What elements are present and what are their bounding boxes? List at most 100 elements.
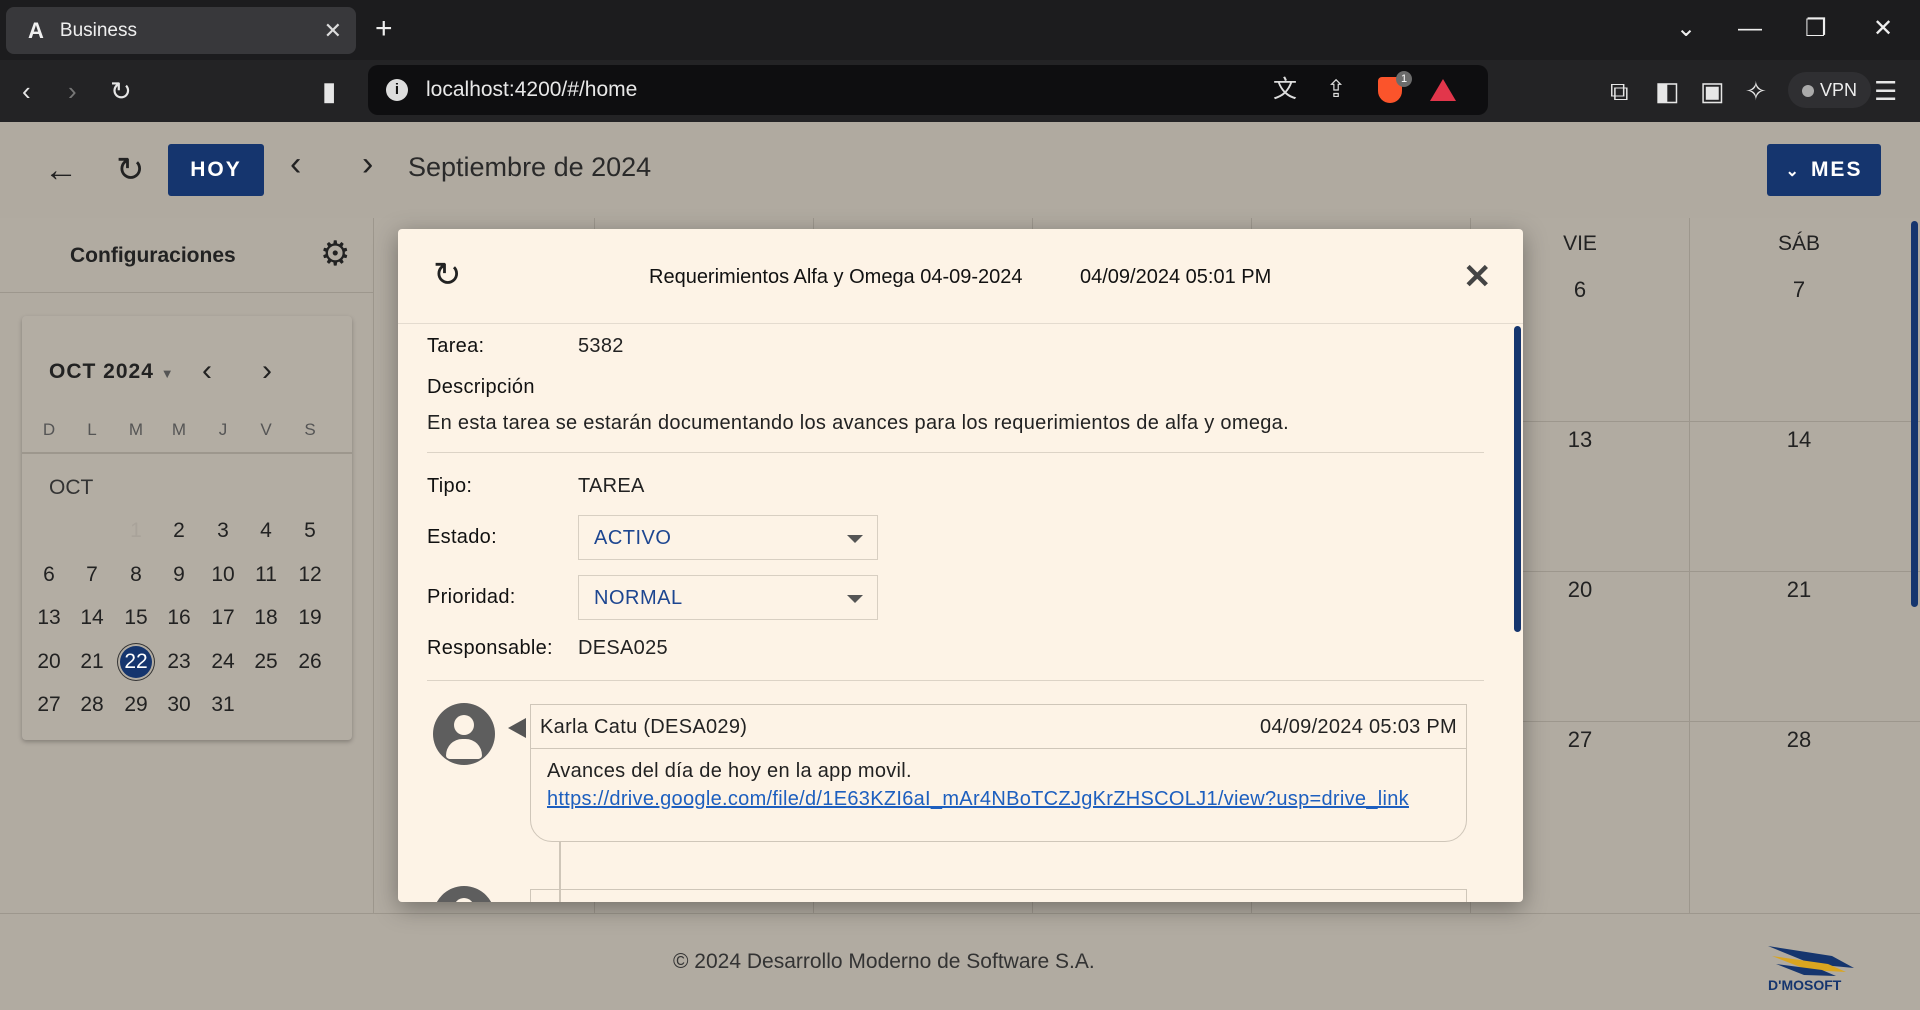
day-cell-number[interactable]: 14 — [1690, 427, 1908, 453]
day-cell[interactable]: 27 — [27, 686, 71, 724]
modal-title: Requerimientos Alfa y Omega 04-09-2024 — [649, 266, 1023, 288]
shields-count-badge: 1 — [1396, 71, 1412, 87]
modal-scrollbar[interactable] — [1514, 326, 1521, 632]
day-cell[interactable]: 28 — [70, 686, 114, 724]
status-label: Estado: — [427, 526, 497, 548]
day-cell[interactable]: 25 — [244, 643, 288, 681]
status-select[interactable]: ACTIVO — [578, 515, 878, 560]
modal-refresh-icon[interactable]: ↻ — [433, 257, 462, 293]
task-modal: ↻ Requerimientos Alfa y Omega 04-09-2024… — [398, 229, 1523, 902]
day-cell[interactable]: 15 — [114, 599, 158, 637]
sidebar-icon[interactable]: ◧ — [1655, 76, 1680, 106]
window-close-icon[interactable]: ✕ — [1873, 14, 1893, 44]
day-cell-number[interactable]: 21 — [1690, 577, 1908, 603]
day-cell[interactable]: 7 — [70, 556, 114, 594]
task-value: 5382 — [578, 335, 624, 357]
day-cell-number[interactable]: 7 — [1690, 277, 1908, 303]
priority-label: Prioridad: — [427, 586, 516, 608]
today-button[interactable]: HOY — [168, 144, 264, 196]
restore-icon[interactable]: ❐ — [1805, 14, 1827, 44]
copyright-text: © 2024 Desarrollo Moderno de Software S.… — [673, 950, 1095, 973]
extensions-icon[interactable]: ⧉ — [1610, 76, 1629, 106]
divider — [427, 680, 1484, 681]
mini-next-month-icon[interactable]: › — [262, 354, 272, 388]
day-cell[interactable]: 8 — [114, 556, 158, 594]
close-icon[interactable]: ✕ — [1463, 259, 1492, 295]
caret-down-icon — [847, 595, 863, 603]
day-cell[interactable]: 26 — [288, 643, 332, 681]
day-cell[interactable]: 2 — [157, 512, 201, 550]
wallet-icon[interactable]: ▣ — [1700, 76, 1725, 106]
day-cell[interactable]: 11 — [244, 556, 288, 594]
grid-line — [1689, 218, 1690, 913]
day-cell[interactable]: 19 — [288, 599, 332, 637]
day-cell[interactable]: 1 — [114, 512, 158, 550]
gear-icon[interactable]: ⚙ — [320, 236, 350, 272]
chevron-down-icon: ⌄ — [1785, 163, 1801, 180]
refresh-icon[interactable]: ↻ — [116, 150, 145, 190]
back-arrow-icon[interactable]: ← — [44, 150, 78, 190]
url-text[interactable]: localhost:4200/#/home — [426, 78, 637, 102]
reload-icon[interactable]: ↻ — [110, 76, 132, 106]
day-cell[interactable]: 9 — [157, 556, 201, 594]
share-icon[interactable]: ⇪ — [1326, 76, 1346, 104]
day-cell[interactable]: 3 — [201, 512, 245, 550]
translate-icon[interactable]: 文 — [1273, 76, 1297, 104]
view-mode-button[interactable]: ⌄ MES — [1767, 144, 1881, 196]
user-avatar-icon — [433, 886, 495, 902]
brave-rewards-icon[interactable] — [1430, 79, 1456, 101]
vpn-button[interactable]: VPN — [1788, 72, 1872, 108]
day-cell[interactable]: 12 — [288, 556, 332, 594]
comment-header: Karla Catu (DESA029) 04/09/2024 05:03 PM — [531, 705, 1466, 749]
day-cell[interactable]: 31 — [201, 686, 245, 724]
day-cell[interactable]: 18 — [244, 599, 288, 637]
back-icon[interactable]: ‹ — [22, 76, 31, 106]
status-select-value: ACTIVO — [594, 527, 672, 549]
mini-calendar-month-label: OCT — [49, 476, 94, 499]
leo-ai-icon[interactable]: ✧ — [1745, 76, 1767, 106]
description-text: En esta tarea se estarán documentando lo… — [427, 412, 1289, 434]
site-info-icon[interactable]: i — [386, 79, 408, 101]
day-cell[interactable]: 30 — [157, 686, 201, 724]
day-cell-number[interactable]: 28 — [1690, 727, 1908, 753]
day-cell[interactable]: 5 — [288, 512, 332, 550]
next-month-icon[interactable]: › — [362, 144, 373, 184]
day-cell[interactable]: 29 — [114, 686, 158, 724]
forward-icon[interactable]: › — [68, 76, 77, 106]
day-cell[interactable]: 17 — [201, 599, 245, 637]
day-cell[interactable]: 13 — [27, 599, 71, 637]
day-cell[interactable]: 14 — [70, 599, 114, 637]
vpn-label: VPN — [1820, 80, 1858, 100]
bookmark-icon[interactable]: ▮ — [322, 76, 336, 106]
day-cell[interactable]: 24 — [201, 643, 245, 681]
browser-tab-bar: A Business ✕ + ⌄ — ❐ ✕ — [0, 0, 1920, 60]
prev-month-icon[interactable]: ‹ — [290, 144, 301, 184]
day-cell[interactable]: 6 — [27, 556, 71, 594]
day-cell-selected[interactable]: 22 — [114, 643, 158, 681]
day-cell[interactable]: 4 — [244, 512, 288, 550]
mini-calendar-title-text: OCT 2024 — [49, 360, 154, 383]
new-tab-icon[interactable]: + — [375, 14, 393, 44]
grid-line — [1470, 571, 1920, 572]
minimize-icon[interactable]: — — [1738, 14, 1762, 44]
browser-tab[interactable]: A Business ✕ — [6, 7, 356, 54]
sidebar: Configuraciones ⚙ OCT 2024 ▼ ‹ › D L M M… — [0, 218, 374, 913]
config-row: Configuraciones ⚙ — [0, 218, 374, 293]
day-cell[interactable]: 16 — [157, 599, 201, 637]
mini-calendar: OCT 2024 ▼ ‹ › D L M M J V S OCT 1234567… — [22, 316, 352, 740]
user-avatar-icon — [433, 703, 495, 765]
tab-list-chevron-icon[interactable]: ⌄ — [1676, 14, 1696, 44]
day-cell[interactable]: 23 — [157, 643, 201, 681]
mini-prev-month-icon[interactable]: ‹ — [202, 354, 212, 388]
calendar-scrollbar[interactable] — [1911, 221, 1918, 607]
menu-icon[interactable]: ☰ — [1874, 76, 1897, 106]
priority-select[interactable]: NORMAL — [578, 575, 878, 620]
address-bar[interactable]: i localhost:4200/#/home 文 ⇪ 1 — [368, 65, 1488, 115]
day-cell[interactable]: 10 — [201, 556, 245, 594]
calendar-header: ← ↻ HOY ‹ › Septiembre de 2024 ⌄ MES — [0, 122, 1920, 218]
mini-calendar-title[interactable]: OCT 2024 ▼ — [49, 360, 175, 384]
tab-close-icon[interactable]: ✕ — [324, 18, 342, 44]
comment-link[interactable]: https://drive.google.com/file/d/1E63KZI6… — [547, 786, 1427, 812]
day-cell[interactable]: 20 — [27, 643, 71, 681]
day-cell[interactable]: 21 — [70, 643, 114, 681]
